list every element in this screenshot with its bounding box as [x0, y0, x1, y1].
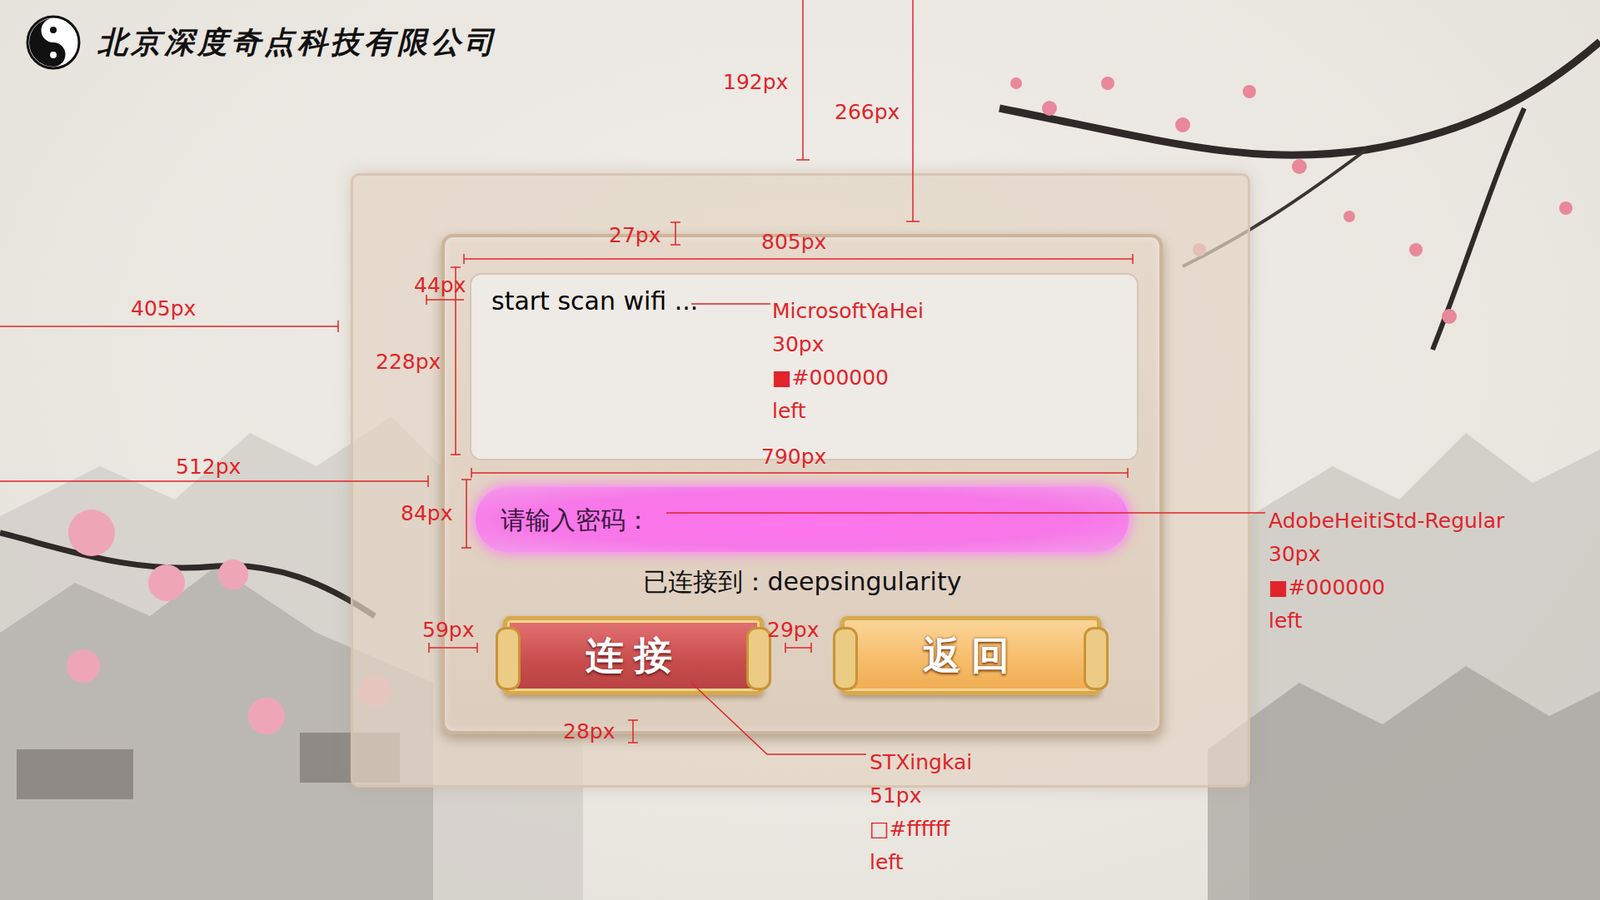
spec-line: 30px [1268, 538, 1505, 572]
outer-panel: start scan wifi ... 已连接到：deepsingularity… [350, 173, 1251, 788]
secondary-button[interactable]: 返回 [840, 616, 1102, 696]
spec-line: 51px [869, 779, 972, 813]
dimension-label: 59px [422, 618, 474, 643]
dimension-label: 805px [761, 229, 827, 255]
dimension-label: 84px [400, 501, 453, 527]
screen: 北京深度奇点科技有限公司 start scan wifi ... 已连接到：de… [0, 0, 1600, 900]
log-text: start scan wifi ... [491, 286, 698, 316]
dimension-label: 28px [563, 719, 615, 745]
dimension-label: 228px [375, 349, 441, 375]
spec-line: left [772, 394, 924, 429]
dimension-label: 405px [130, 296, 196, 322]
spec-line: □#ffffff [869, 812, 972, 847]
header: 北京深度奇点科技有限公司 [0, 0, 1600, 85]
dimension-label: 790px [761, 444, 827, 470]
dimension-label: 266px [834, 99, 900, 125]
dimension-label: 27px [608, 223, 661, 249]
font-spec-note: STXingkai51px□#ffffffleft [869, 746, 972, 880]
yin-yang-logo-icon [25, 14, 81, 70]
dimension-label: 512px [175, 454, 241, 480]
spec-line: MicrosoftYaHei [772, 294, 924, 329]
dimension-label: 44px [413, 273, 466, 299]
connection-status: 已连接到：deepsingularity [642, 567, 962, 598]
password-input[interactable] [473, 485, 1131, 554]
spec-line: ■#000000 [772, 361, 924, 395]
primary-button[interactable]: 连接 [503, 616, 764, 696]
company-name: 北京深度奇点科技有限公司 [97, 22, 498, 64]
spec-line: left [869, 846, 972, 880]
font-spec-note: MicrosoftYaHei30px■#000000left [772, 294, 924, 429]
spec-line: AdobeHeitiStd-Regular [1268, 504, 1505, 539]
spec-line: 30px [772, 328, 924, 362]
spec-line: left [1268, 604, 1505, 639]
spec-line: ■#000000 [1268, 571, 1505, 605]
dimension-label: 29px [767, 618, 819, 643]
dimension-label: 192px [722, 69, 788, 95]
font-spec-note: AdobeHeitiStd-Regular30px■#000000left [1268, 504, 1505, 639]
spec-line: STXingkai [869, 746, 972, 780]
